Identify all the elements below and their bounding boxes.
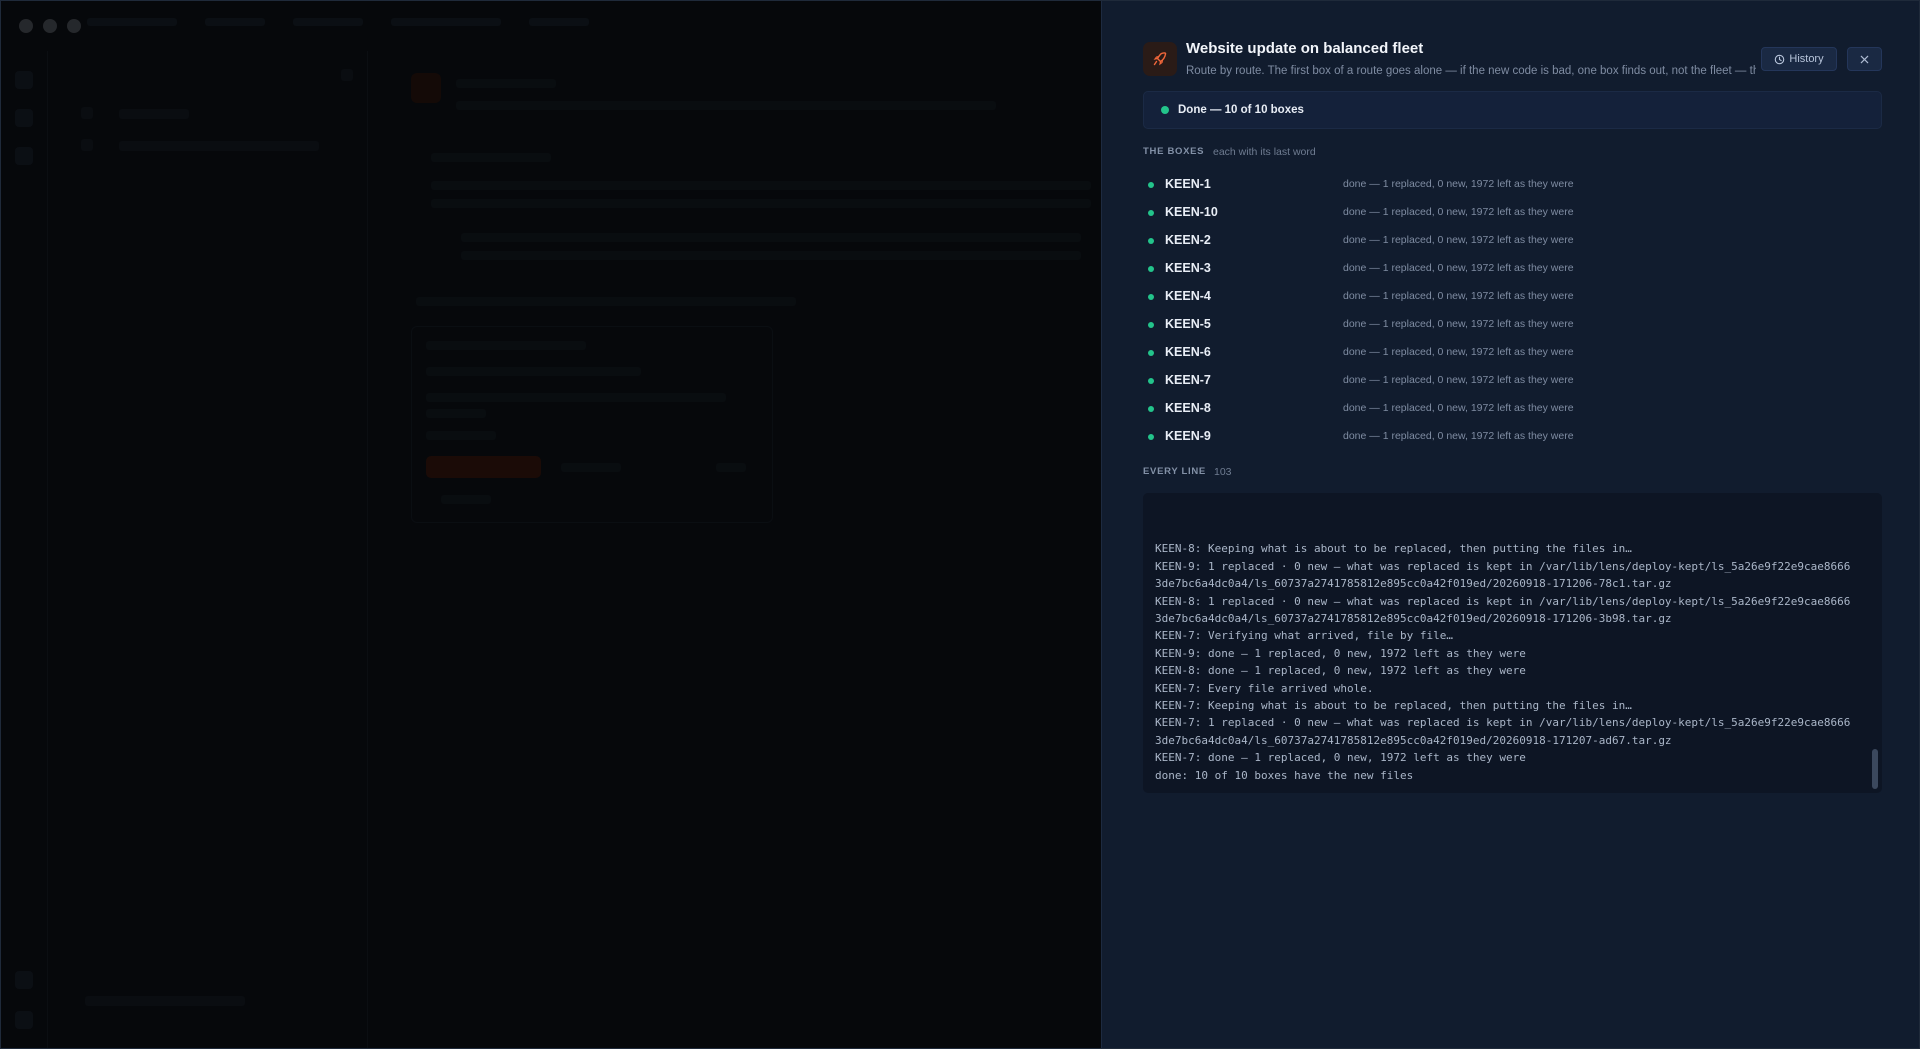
lines-count: 103 bbox=[1214, 466, 1232, 478]
box-row[interactable]: KEEN-1 done — 1 replaced, 0 new, 1972 lef… bbox=[1143, 171, 1882, 199]
box-row[interactable]: KEEN-3 done — 1 replaced, 0 new, 1972 lef… bbox=[1143, 255, 1882, 283]
log-output[interactable]: KEEN-8: Keeping what is about to be repl… bbox=[1143, 493, 1882, 793]
rocket-icon bbox=[1143, 42, 1177, 76]
box-status-dot bbox=[1148, 210, 1154, 216]
box-row[interactable]: KEEN-9 done — 1 replaced, 0 new, 1972 lef… bbox=[1143, 423, 1882, 451]
box-status-dot bbox=[1148, 434, 1154, 440]
box-last-word: done — 1 replaced, 0 new, 1972 left as t… bbox=[1343, 346, 1574, 358]
box-name: KEEN-6 bbox=[1165, 345, 1211, 359]
box-status-dot bbox=[1148, 350, 1154, 356]
log-line: KEEN-9: 1 replaced · 0 new — what was re… bbox=[1155, 559, 1851, 591]
box-status-dot bbox=[1148, 322, 1154, 328]
boxes-section-sublabel: each with its last word bbox=[1213, 146, 1316, 158]
log-line: KEEN-9: done — 1 replaced, 0 new, 1972 l… bbox=[1155, 646, 1526, 660]
rocket-icon-svg bbox=[1153, 52, 1167, 66]
deploy-panel: Website update on balanced fleet Route b… bbox=[1101, 1, 1919, 1048]
box-last-word: done — 1 replaced, 0 new, 1972 left as t… bbox=[1343, 402, 1574, 414]
log-line: KEEN-8: Keeping what is about to be repl… bbox=[1155, 542, 1632, 556]
log-line: KEEN-8: done — 1 replaced, 0 new, 1972 l… bbox=[1155, 664, 1526, 678]
box-row[interactable]: KEEN-6 done — 1 replaced, 0 new, 1972 lef… bbox=[1143, 339, 1882, 367]
log-scrollbar[interactable] bbox=[1872, 749, 1878, 789]
box-row[interactable]: KEEN-5 done — 1 replaced, 0 new, 1972 lef… bbox=[1143, 311, 1882, 339]
log-line: KEEN-7: Keeping what is about to be repl… bbox=[1155, 698, 1632, 712]
boxes-section-label: THE BOXES bbox=[1143, 146, 1205, 157]
box-status-dot bbox=[1148, 266, 1154, 272]
box-name: KEEN-3 bbox=[1165, 261, 1211, 275]
box-status-dot bbox=[1148, 182, 1154, 188]
box-last-word: done — 1 replaced, 0 new, 1972 left as t… bbox=[1343, 430, 1574, 442]
log-line: KEEN-7: Verifying what arrived, file by … bbox=[1155, 629, 1454, 643]
status-banner: Done — 10 of 10 boxes bbox=[1143, 91, 1882, 129]
box-name: KEEN-8 bbox=[1165, 401, 1211, 415]
box-row[interactable]: KEEN-4 done — 1 replaced, 0 new, 1972 lef… bbox=[1143, 283, 1882, 311]
log-line: KEEN-8: 1 replaced · 0 new — what was re… bbox=[1155, 594, 1851, 625]
clock-icon bbox=[1775, 54, 1785, 64]
box-last-word: done — 1 replaced, 0 new, 1972 left as t… bbox=[1343, 262, 1574, 274]
log-line: KEEN-7: done — 1 replaced, 0 new, 1972 l… bbox=[1155, 751, 1526, 765]
box-status-dot bbox=[1148, 294, 1154, 300]
box-name: KEEN-5 bbox=[1165, 317, 1211, 331]
log-line: done: 10 of 10 boxes have the new files bbox=[1155, 768, 1414, 782]
box-row[interactable]: KEEN-8 done — 1 replaced, 0 new, 1972 lef… bbox=[1143, 395, 1882, 423]
box-last-word: done — 1 replaced, 0 new, 1972 left as t… bbox=[1343, 318, 1574, 330]
box-name: KEEN-10 bbox=[1165, 205, 1218, 219]
box-last-word: done — 1 replaced, 0 new, 1972 left as t… bbox=[1343, 234, 1574, 246]
box-name: KEEN-9 bbox=[1165, 429, 1211, 443]
box-last-word: done — 1 replaced, 0 new, 1972 left as t… bbox=[1343, 206, 1574, 218]
box-status-dot bbox=[1148, 406, 1154, 412]
close-icon bbox=[1860, 55, 1869, 63]
box-row[interactable]: KEEN-7 done — 1 replaced, 0 new, 1972 lef… bbox=[1143, 367, 1882, 395]
close-panel-button[interactable] bbox=[1847, 47, 1882, 71]
history-button-label: History bbox=[1789, 53, 1824, 65]
box-row[interactable]: KEEN-2 done — 1 replaced, 0 new, 1972 lef… bbox=[1143, 227, 1882, 255]
log-line: KEEN-7: Every file arrived whole. bbox=[1155, 681, 1374, 695]
history-button[interactable]: History bbox=[1761, 47, 1837, 71]
box-name: KEEN-1 bbox=[1165, 177, 1211, 191]
lines-section-label: EVERY LINE bbox=[1143, 466, 1206, 477]
app-window: Website update on balanced fleet Route b… bbox=[0, 0, 1920, 1049]
box-row[interactable]: KEEN-10 done — 1 replaced, 0 new, 1972 le… bbox=[1143, 199, 1882, 227]
box-last-word: done — 1 replaced, 0 new, 1972 left as t… bbox=[1343, 178, 1574, 190]
box-last-word: done — 1 replaced, 0 new, 1972 left as t… bbox=[1343, 290, 1574, 302]
box-status-dot bbox=[1148, 238, 1154, 244]
box-last-word: done — 1 replaced, 0 new, 1972 left as t… bbox=[1343, 374, 1574, 386]
box-status-dot bbox=[1148, 378, 1154, 384]
box-name: KEEN-4 bbox=[1165, 289, 1211, 303]
status-dot bbox=[1161, 106, 1169, 114]
log-lines: KEEN-8: Keeping what is about to be repl… bbox=[1155, 540, 1854, 784]
panel-title: Website update on balanced fleet bbox=[1186, 40, 1424, 57]
boxes-list: KEEN-1 done — 1 replaced, 0 new, 1972 lef… bbox=[1143, 171, 1882, 451]
panel-subtitle: Route by route. The first box of a route… bbox=[1186, 65, 1756, 77]
box-name: KEEN-2 bbox=[1165, 233, 1211, 247]
log-line: KEEN-7: 1 replaced · 0 new — what was re… bbox=[1155, 716, 1851, 747]
box-name: KEEN-7 bbox=[1165, 373, 1211, 387]
status-text: Done — 10 of 10 boxes bbox=[1178, 104, 1304, 116]
